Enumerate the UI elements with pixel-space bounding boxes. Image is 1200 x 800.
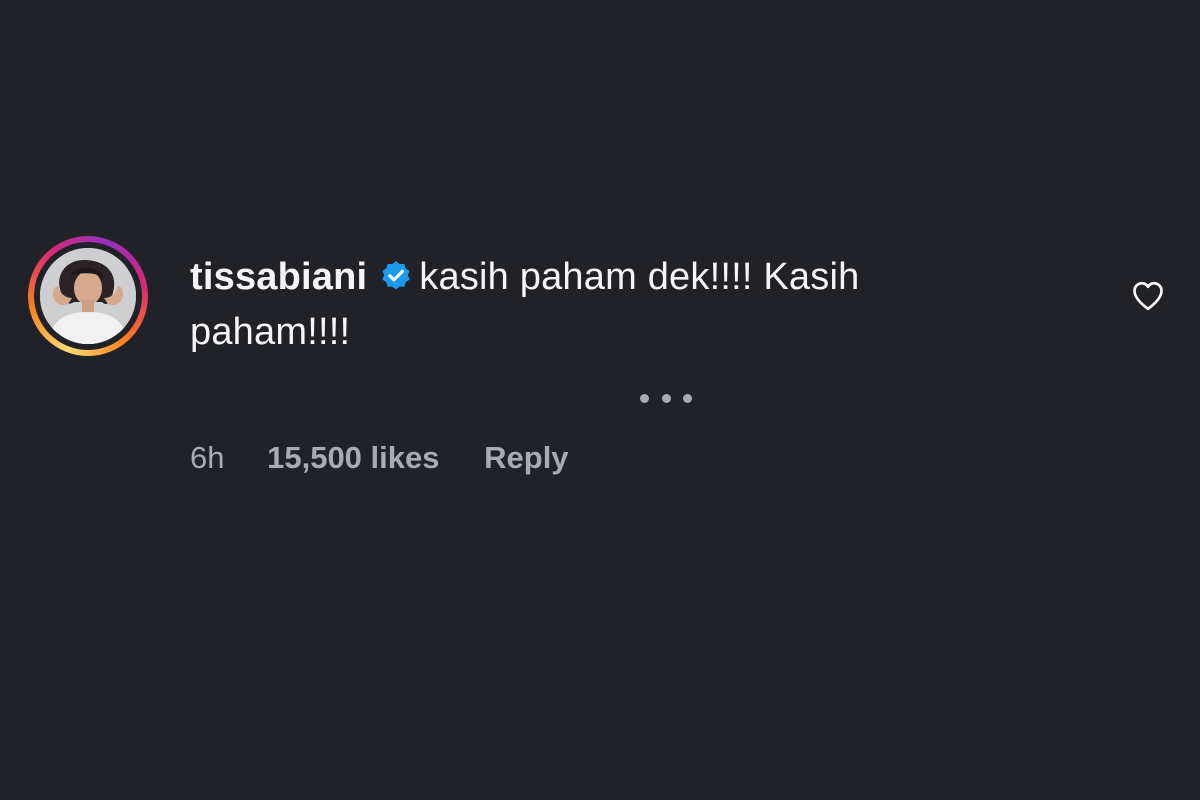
verified-badge-icon	[382, 261, 410, 290]
heart-icon[interactable]	[1130, 278, 1166, 314]
comment-meta: 6h 15,500 likes Reply	[190, 436, 569, 480]
comment-body: tissabiani kasih paham dek!!!! Kasih pah…	[190, 250, 950, 360]
more-dot	[683, 393, 692, 403]
reply-button[interactable]: Reply	[484, 440, 568, 475]
story-ring[interactable]	[28, 236, 148, 356]
comment-time: 6h	[190, 440, 225, 475]
avatar-image	[40, 248, 136, 344]
more-options-icon[interactable]	[640, 386, 692, 410]
avatar[interactable]	[40, 248, 136, 344]
more-dot	[661, 393, 671, 403]
likes-count[interactable]: 15,500 likes	[267, 440, 439, 475]
more-dot	[640, 393, 649, 403]
username-link[interactable]: tissabiani	[190, 256, 367, 298]
comment-item: tissabiani kasih paham dek!!!! Kasih pah…	[28, 236, 1178, 496]
